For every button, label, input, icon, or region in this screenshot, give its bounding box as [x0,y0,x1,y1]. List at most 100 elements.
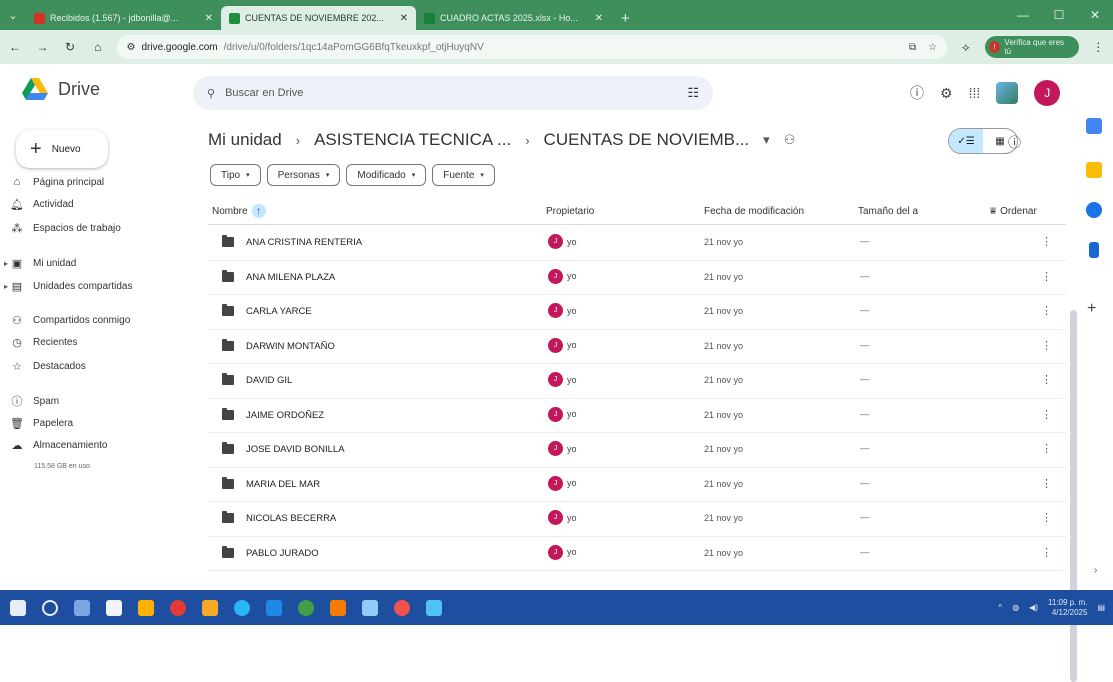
add-addon-icon[interactable]: + [1087,300,1096,318]
column-header-owner[interactable]: Propietario [546,200,594,222]
minimize-icon[interactable]: — [1005,8,1041,22]
filter-modified[interactable]: Modificado ▾ [346,164,427,186]
taskbar-app-icon[interactable] [106,599,122,616]
sort-arrow-up-icon[interactable]: ↑ [251,204,266,218]
taskbar-app-icon[interactable] [234,599,250,616]
search-icon[interactable]: ⚲ [207,87,215,100]
more-actions-icon[interactable]: ⋮ [1041,477,1052,490]
address-bar[interactable]: ⚙ drive.google.com/drive/u/0/folders/1qc… [116,35,948,59]
more-actions-icon[interactable]: ⋮ [1041,339,1052,352]
table-row[interactable]: CARLA YARCE Jyo 21 nov yo — ⋮ [208,295,1066,330]
details-info-icon[interactable]: ⓘ [1008,132,1021,151]
list-view-icon[interactable]: ✓☰ [949,129,983,153]
tab-search-chevron-icon[interactable]: ⌄ [0,0,26,30]
table-row[interactable]: MARIA DEL MAR Jyo 21 nov yo — ⋮ [208,468,1066,502]
tasks-icon[interactable] [1086,202,1102,218]
notifications-icon[interactable]: ▤ [1097,603,1105,612]
sidebar-item-home[interactable]: ⌂ Página principal [10,172,105,192]
close-window-icon[interactable]: ✕ [1077,8,1113,22]
sort-button[interactable]: ⩸ Ordenar [990,200,1037,222]
browser-tab-drive[interactable]: CUENTAS DE NOVIEMBRE 202... ✕ [221,6,416,30]
table-row[interactable]: JAIME ORDOÑEZ Jyo 21 nov yo — ⋮ [208,399,1066,433]
sidebar-item-storage[interactable]: ☁ Almacenamiento [10,435,108,455]
taskbar-clock[interactable]: 11:09 p. m. 4/12/2025 [1048,598,1087,618]
sidebar-item-trash[interactable]: 🗑︎ Papelera [10,413,73,433]
file-explorer-icon[interactable] [202,599,218,616]
close-tab-icon[interactable]: ✕ [205,13,213,24]
browser-menu-icon[interactable]: ⋮ [1089,40,1107,54]
vertical-scrollbar[interactable] [1070,310,1077,682]
chevron-right-icon[interactable]: › [1094,565,1097,576]
windows-start-icon[interactable] [10,599,26,616]
verify-identity-button[interactable]: ! Verifica que eres tú [984,36,1080,58]
breadcrumb-current[interactable]: CUENTAS DE NOVIEMB... [544,130,750,150]
taskbar-app-icon[interactable] [330,599,346,616]
account-avatar[interactable]: J [1034,80,1061,106]
volume-icon[interactable]: ◀) [1029,603,1038,612]
site-info-icon[interactable]: ⚙ [127,42,136,53]
home-button-icon[interactable]: ⌂ [89,40,107,54]
more-actions-icon[interactable]: ⋮ [1041,511,1052,524]
apps-grid-icon[interactable]: ⁞⁞⁞ [969,85,981,101]
sidebar-item-starred[interactable]: ☆ Destacados [10,356,86,376]
table-row[interactable]: DAVID GIL Jyo 21 nov yo — ⋮ [208,364,1066,399]
more-actions-icon[interactable]: ⋮ [1041,373,1052,386]
sidebar-item-shared-with-me[interactable]: ⚇ Compartidos conmigo [10,310,130,330]
close-tab-icon[interactable]: ✕ [400,13,408,24]
more-actions-icon[interactable]: ⋮ [1041,442,1052,455]
extensions-icon[interactable]: ⟡ [957,40,975,55]
sidebar-item-activity[interactable]: 🔔︎ Actividad [10,194,74,214]
table-row[interactable]: DARWIN MONTAÑO Jyo 21 nov yo — ⋮ [208,330,1066,364]
new-button[interactable]: + Nuevo [16,130,108,168]
taskbar-app-icon[interactable] [394,599,410,616]
more-actions-icon[interactable]: ⋮ [1041,270,1052,283]
contacts-icon[interactable] [1089,242,1099,258]
taskbar-app-icon[interactable] [362,599,378,616]
sidebar-item-shared-drives[interactable]: ▸ ▤ Unidades compartidas [4,276,133,296]
expand-arrow-icon[interactable]: ▸ [4,282,8,291]
breadcrumb-parent[interactable]: ASISTENCIA TECNICA ... [314,130,511,150]
more-actions-icon[interactable]: ⋮ [1041,304,1052,317]
table-row[interactable]: ANA CRISTINA RENTERIA Jyo 21 nov yo — ⋮ [208,226,1066,261]
tray-chevron-up-icon[interactable]: ^ [998,603,1002,612]
browser-tab-gmail[interactable]: Recibidos (1.567) - jdbonilla@... ✕ [26,6,221,30]
search-input[interactable]: ⚲ Buscar en Drive ☷ [193,76,713,110]
breadcrumb-root[interactable]: Mi unidad [208,130,282,150]
calendar-icon[interactable] [1086,118,1102,134]
table-row[interactable]: NICOLAS BECERRA Jyo 21 nov yo — ⋮ [208,502,1066,537]
taskbar-app-icon[interactable] [266,599,282,616]
column-header-size[interactable]: Tamaño del a [858,200,918,222]
more-actions-icon[interactable]: ⋮ [1041,235,1052,248]
search-options-icon[interactable]: ☷ [687,85,699,101]
filter-source[interactable]: Fuente ▾ [432,164,495,186]
drive-logo[interactable]: Drive [22,78,100,100]
taskbar-app-icon[interactable] [138,599,154,616]
new-tab-button[interactable]: + [611,6,640,30]
back-icon[interactable]: ← [6,40,24,54]
chevron-down-icon[interactable]: ▾ [763,132,770,148]
expand-arrow-icon[interactable]: ▸ [4,259,8,268]
more-actions-icon[interactable]: ⋮ [1041,546,1052,559]
close-tab-icon[interactable]: ✕ [595,13,603,24]
table-row[interactable]: JOSE DAVID BONILLA Jyo 21 nov yo — ⋮ [208,433,1066,468]
shared-folder-icon[interactable]: ⚇ [784,132,796,148]
sidebar-item-my-drive[interactable]: ▸ ▣ Mi unidad [4,253,76,273]
org-logo-icon[interactable] [996,82,1019,104]
reload-icon[interactable]: ↻ [61,40,79,54]
cast-icon[interactable]: ⧉ [909,42,916,53]
table-row[interactable]: PABLO JURADO Jyo 21 nov yo — ⋮ [208,537,1066,571]
sidebar-item-spam[interactable]: ⓘ Spam [10,391,60,411]
bookmark-star-icon[interactable]: ☆ [928,42,937,53]
filter-people[interactable]: Personas ▾ [266,164,341,186]
table-row[interactable]: ANA MILENA PLAZA Jyo 21 nov yo — ⋮ [208,261,1066,295]
filter-type[interactable]: Tipo ▾ [210,164,261,186]
sidebar-item-recent[interactable]: ◷ Recientes [10,332,77,352]
maximize-icon[interactable]: ☐ [1041,8,1077,22]
browser-tab-sheets[interactable]: CUADRO ACTAS 2025.xlsx - Ho... ✕ [416,6,611,30]
keep-icon[interactable] [1086,162,1102,178]
network-icon[interactable]: ◍ [1012,603,1019,612]
task-view-icon[interactable] [74,599,90,616]
settings-gear-icon[interactable]: ⚙ [940,85,953,102]
taskbar-search-icon[interactable] [42,599,58,616]
more-actions-icon[interactable]: ⋮ [1041,408,1052,421]
